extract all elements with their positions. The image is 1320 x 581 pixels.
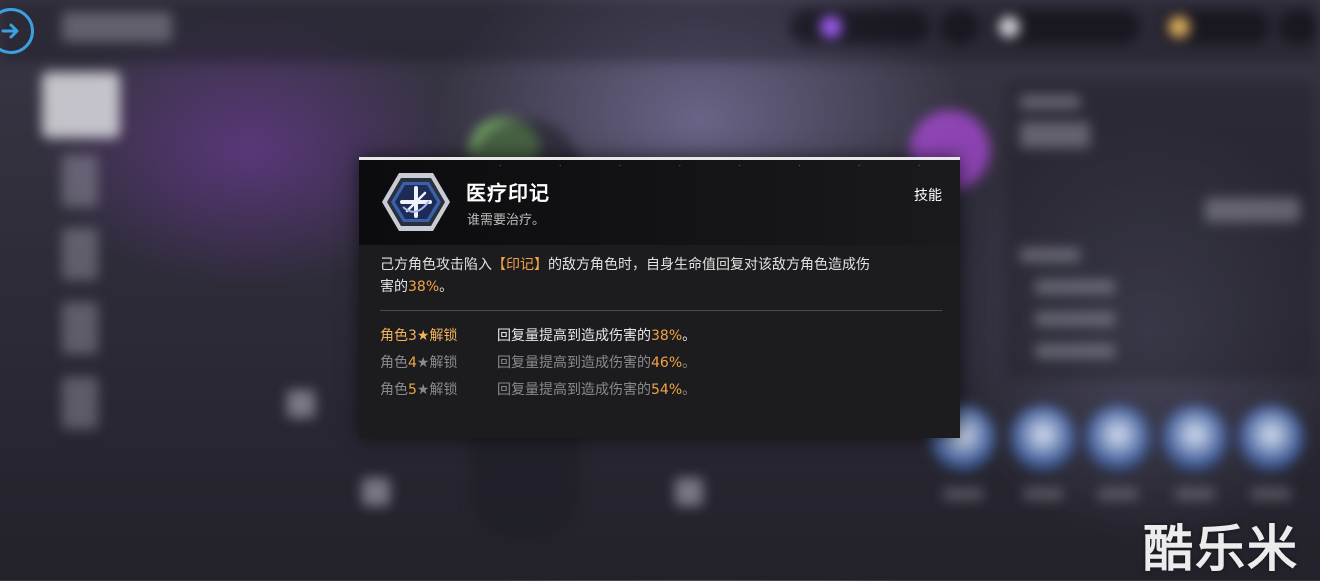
- resource-add: [940, 10, 980, 44]
- skill-orb: [1010, 405, 1076, 471]
- resource-counter: [1160, 10, 1270, 44]
- sidebar-item: [62, 377, 98, 429]
- sidebar-item: [62, 228, 98, 280]
- unlock-effect: 回复量提高到造成伤害的: [497, 355, 651, 371]
- skill-title: 医疗印记: [466, 181, 550, 205]
- medical-mark-icon: [382, 173, 450, 231]
- skill-orb: [1085, 405, 1151, 471]
- blurred-marker: [287, 390, 315, 418]
- skill-description: 己方角色攻击陷入【印记】的敌方角色时，自身生命值回复对该敌方角色造成伤 害的38%…: [380, 257, 870, 295]
- watermark-logo: 酷乐米: [1143, 520, 1299, 578]
- unlock-row-5-star: 角色5★解锁 回复量提高到造成伤害的54%。: [380, 379, 696, 401]
- sidebar-item: [62, 155, 98, 207]
- unlock-value: 38%: [651, 328, 683, 344]
- skill-subtitle: 谁需要治疗。: [467, 213, 546, 228]
- skill-orb: [1162, 405, 1228, 471]
- mark-keyword: 【印记】: [492, 257, 548, 273]
- blurred-marker: [362, 478, 390, 506]
- sidebar-item: [62, 302, 98, 354]
- heal-value: 38%: [408, 279, 440, 295]
- skill-header: ᐧᐧᐧᐧᐧᐧᐧᐧ 医疗印记 谁需要治疗。 技能: [359, 160, 960, 245]
- resource-counter: [990, 10, 1140, 44]
- resource-add: [1278, 10, 1318, 44]
- unlock-value: 54%: [651, 382, 683, 398]
- unlock-requirement: 角色5★解锁: [380, 382, 458, 398]
- unlock-requirement: 角色3★解锁: [380, 328, 458, 344]
- blurred-marker: [675, 478, 703, 506]
- character-info-panel: [1005, 80, 1315, 380]
- unlock-effect: 回复量提高到造成伤害的: [497, 328, 651, 344]
- unlock-requirement: 角色4★解锁: [380, 355, 458, 371]
- header-decoration: ᐧᐧᐧᐧᐧᐧᐧᐧ: [499, 162, 920, 172]
- skill-type-label: 技能: [914, 188, 942, 204]
- unlock-value: 46%: [651, 355, 683, 371]
- skill-orb: [1238, 405, 1304, 471]
- unlock-effect: 回复量提高到造成伤害的: [497, 382, 651, 398]
- divider: [380, 310, 942, 311]
- arrow-right-circle-icon: [1, 23, 19, 39]
- blurred-page-title: [62, 12, 172, 42]
- skill-tooltip: ᐧᐧᐧᐧᐧᐧᐧᐧ 医疗印记 谁需要治疗。 技能 己方角色攻击陷入【印记】的敌方角…: [359, 157, 960, 438]
- unlock-row-3-star: 角色3★解锁 回复量提高到造成伤害的38%。: [380, 325, 696, 347]
- unlock-row-4-star: 角色4★解锁 回复量提高到造成伤害的46%。: [380, 352, 696, 374]
- sidebar-selected-item: [42, 72, 120, 138]
- resource-counter: [790, 10, 930, 44]
